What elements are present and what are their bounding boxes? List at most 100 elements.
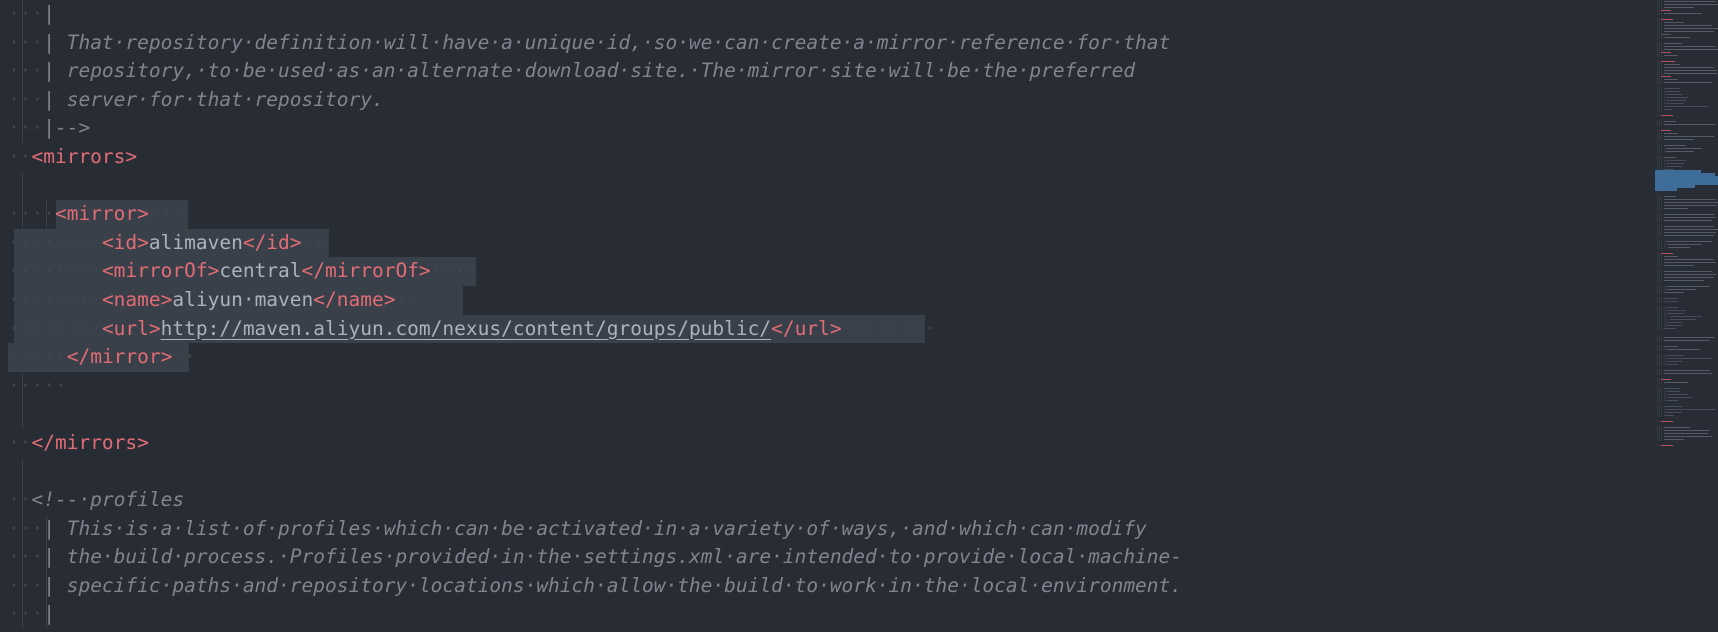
token-ws: ·· <box>395 287 419 311</box>
token-tag: </mirrors> <box>31 430 149 454</box>
token-ws: ·· <box>8 202 32 226</box>
token-ws: ·· <box>31 345 55 369</box>
token-ws: ·· <box>8 259 32 283</box>
code-line[interactable]: ········<url>http://maven.aliyun.com/nex… <box>0 314 1655 344</box>
token-ws: ··· <box>8 59 44 83</box>
code-line[interactable]: ···| This·is·a·list·of·profiles·which·ca… <box>0 514 1655 544</box>
code-line[interactable]: ···|--> <box>0 114 1655 143</box>
code-line[interactable]: ···| <box>0 600 1655 630</box>
token-tag: <mirrors> <box>31 144 138 168</box>
token-tag: <mirror> <box>54 202 149 226</box>
token-ws: · <box>54 345 67 369</box>
code-line[interactable]: ···| repository,·to·be·used·as·an·altern… <box>0 57 1655 86</box>
token-ws: ··· <box>31 373 67 397</box>
token-comment: | <box>43 602 55 626</box>
code-line[interactable]: ········<id>alimaven</id>·· <box>0 228 1655 258</box>
token-ws: ·· <box>78 287 102 311</box>
code-line[interactable] <box>0 457 1655 487</box>
token-comment: |--> <box>43 116 91 140</box>
token-ws: ·· <box>54 316 79 340</box>
code-line-text: ···| That·repository·definition·will·hav… <box>0 29 1655 58</box>
minimap-indent-guide <box>1657 444 1658 447</box>
minimap[interactable] <box>1655 0 1718 632</box>
code-line-text: ···| the·build·process.·Profiles·provide… <box>0 543 1655 572</box>
token-comment: | <box>43 2 55 25</box>
code-line[interactable] <box>0 400 1655 429</box>
token-ws: ··· <box>8 30 44 54</box>
code-line-text: ········<mirrorOf>central</mirrorOf>···· <box>0 257 1655 286</box>
token-tag: </url> <box>771 316 842 340</box>
token-ws: ·· <box>8 430 32 454</box>
code-line[interactable]: ········<mirrorOf>central</mirrorOf>···· <box>0 257 1655 286</box>
token-comment: | specific·paths·and·repository·location… <box>43 573 1183 597</box>
token-ws: ·· <box>8 287 32 311</box>
code-line-text: ···| server·for·that·repository. <box>0 86 1655 115</box>
token-tag: <url> <box>101 316 161 340</box>
token-ws: ·· <box>78 316 102 340</box>
code-line[interactable] <box>0 171 1655 201</box>
code-line[interactable]: ···| <box>0 0 1655 29</box>
token-ws: ··· <box>8 116 44 140</box>
code-editor-window: ···| ···| That·repository·definition·will… <box>0 0 1718 632</box>
code-line[interactable]: ··</mirrors> <box>0 429 1655 458</box>
token-ws: ···· <box>430 259 478 283</box>
code-text-area[interactable]: ···| ···| That·repository·definition·will… <box>0 0 1655 632</box>
code-line[interactable]: ····<mirror>··· <box>0 200 1655 229</box>
token-ws: ·· <box>54 230 79 254</box>
token-ws: ·· <box>301 230 326 254</box>
token-comment: | That·repository·definition·will·have·a… <box>43 30 1171 54</box>
token-ws: ·· <box>31 202 55 226</box>
code-line[interactable]: ··<!--·profiles <box>0 486 1655 515</box>
token-ws: ·· <box>31 316 55 340</box>
token-ws: ··· <box>8 2 44 25</box>
code-line-text: ·····</mirror>·· <box>0 343 1655 372</box>
token-ws: ··· <box>148 202 185 226</box>
code-line[interactable]: ···| That·repository·definition·will·hav… <box>0 28 1655 58</box>
token-tag: </name> <box>313 287 396 311</box>
code-line-text: ···|--> <box>0 114 1655 143</box>
code-line[interactable]: ···| server·for·that·repository. <box>0 85 1655 115</box>
minimap-row <box>1655 444 1718 447</box>
token-ws: ·· <box>78 230 102 254</box>
minimap-selection-highlight[interactable] <box>1655 188 1677 191</box>
token-ws: ·· <box>31 259 55 283</box>
token-ws: ··· <box>8 516 44 540</box>
token-comment: | server·for·that·repository. <box>43 87 384 111</box>
code-line-text: ··<!--·profiles <box>0 486 1655 515</box>
token-tag: </mirror> <box>66 345 173 369</box>
code-line[interactable]: ···| specific·paths·and·repository·locat… <box>0 571 1655 601</box>
token-ws: ·· <box>8 144 32 168</box>
token-text: aliyun·maven <box>172 287 314 311</box>
token-ws: ··· <box>8 545 44 569</box>
code-line[interactable]: ··<mirrors> <box>0 143 1655 172</box>
token-ws: ·· <box>54 259 79 283</box>
indent-guide <box>22 400 23 429</box>
token-tag: <mirrorOf> <box>101 259 220 283</box>
code-line-text: ···| <box>0 0 1655 29</box>
code-line-text: ····<mirror>··· <box>0 200 1655 229</box>
indent-guide <box>22 171 23 201</box>
token-text: alimaven <box>148 230 243 254</box>
token-comment: <!--·profiles <box>31 488 185 512</box>
code-line-text: ··<mirrors> <box>0 143 1655 172</box>
code-line[interactable]: ·····</mirror>·· <box>0 343 1655 372</box>
token-ws: ·· <box>8 316 32 340</box>
token-ws: ··· <box>8 602 44 626</box>
token-ws: ··· <box>8 87 44 111</box>
code-line-text: ········<id>alimaven</id>·· <box>0 229 1655 258</box>
token-link[interactable]: http://maven.aliyun.com/nexus/content/gr… <box>161 317 771 340</box>
code-line[interactable]: ···| the·build·process.·Profiles·provide… <box>0 543 1655 572</box>
minimap-indent-guide <box>1659 444 1660 447</box>
code-line-text: ··</mirrors> <box>0 429 1655 458</box>
token-ws: ·· <box>78 259 102 283</box>
code-line-text: ···| <box>0 600 1655 629</box>
token-comment: | This·is·a·list·of·profiles·which·can·b… <box>43 516 1147 540</box>
token-tag: <id> <box>101 230 149 254</box>
code-line-text: ···| specific·paths·and·repository·locat… <box>0 572 1655 601</box>
token-ws: ·· <box>172 345 196 369</box>
code-line[interactable]: ········<name>aliyun·maven</name>·· <box>0 285 1655 315</box>
code-line[interactable]: ····· <box>0 371 1655 401</box>
token-ws: ·· <box>8 373 32 397</box>
token-ws: ·· <box>31 230 55 254</box>
token-ws: ·· <box>8 345 32 369</box>
